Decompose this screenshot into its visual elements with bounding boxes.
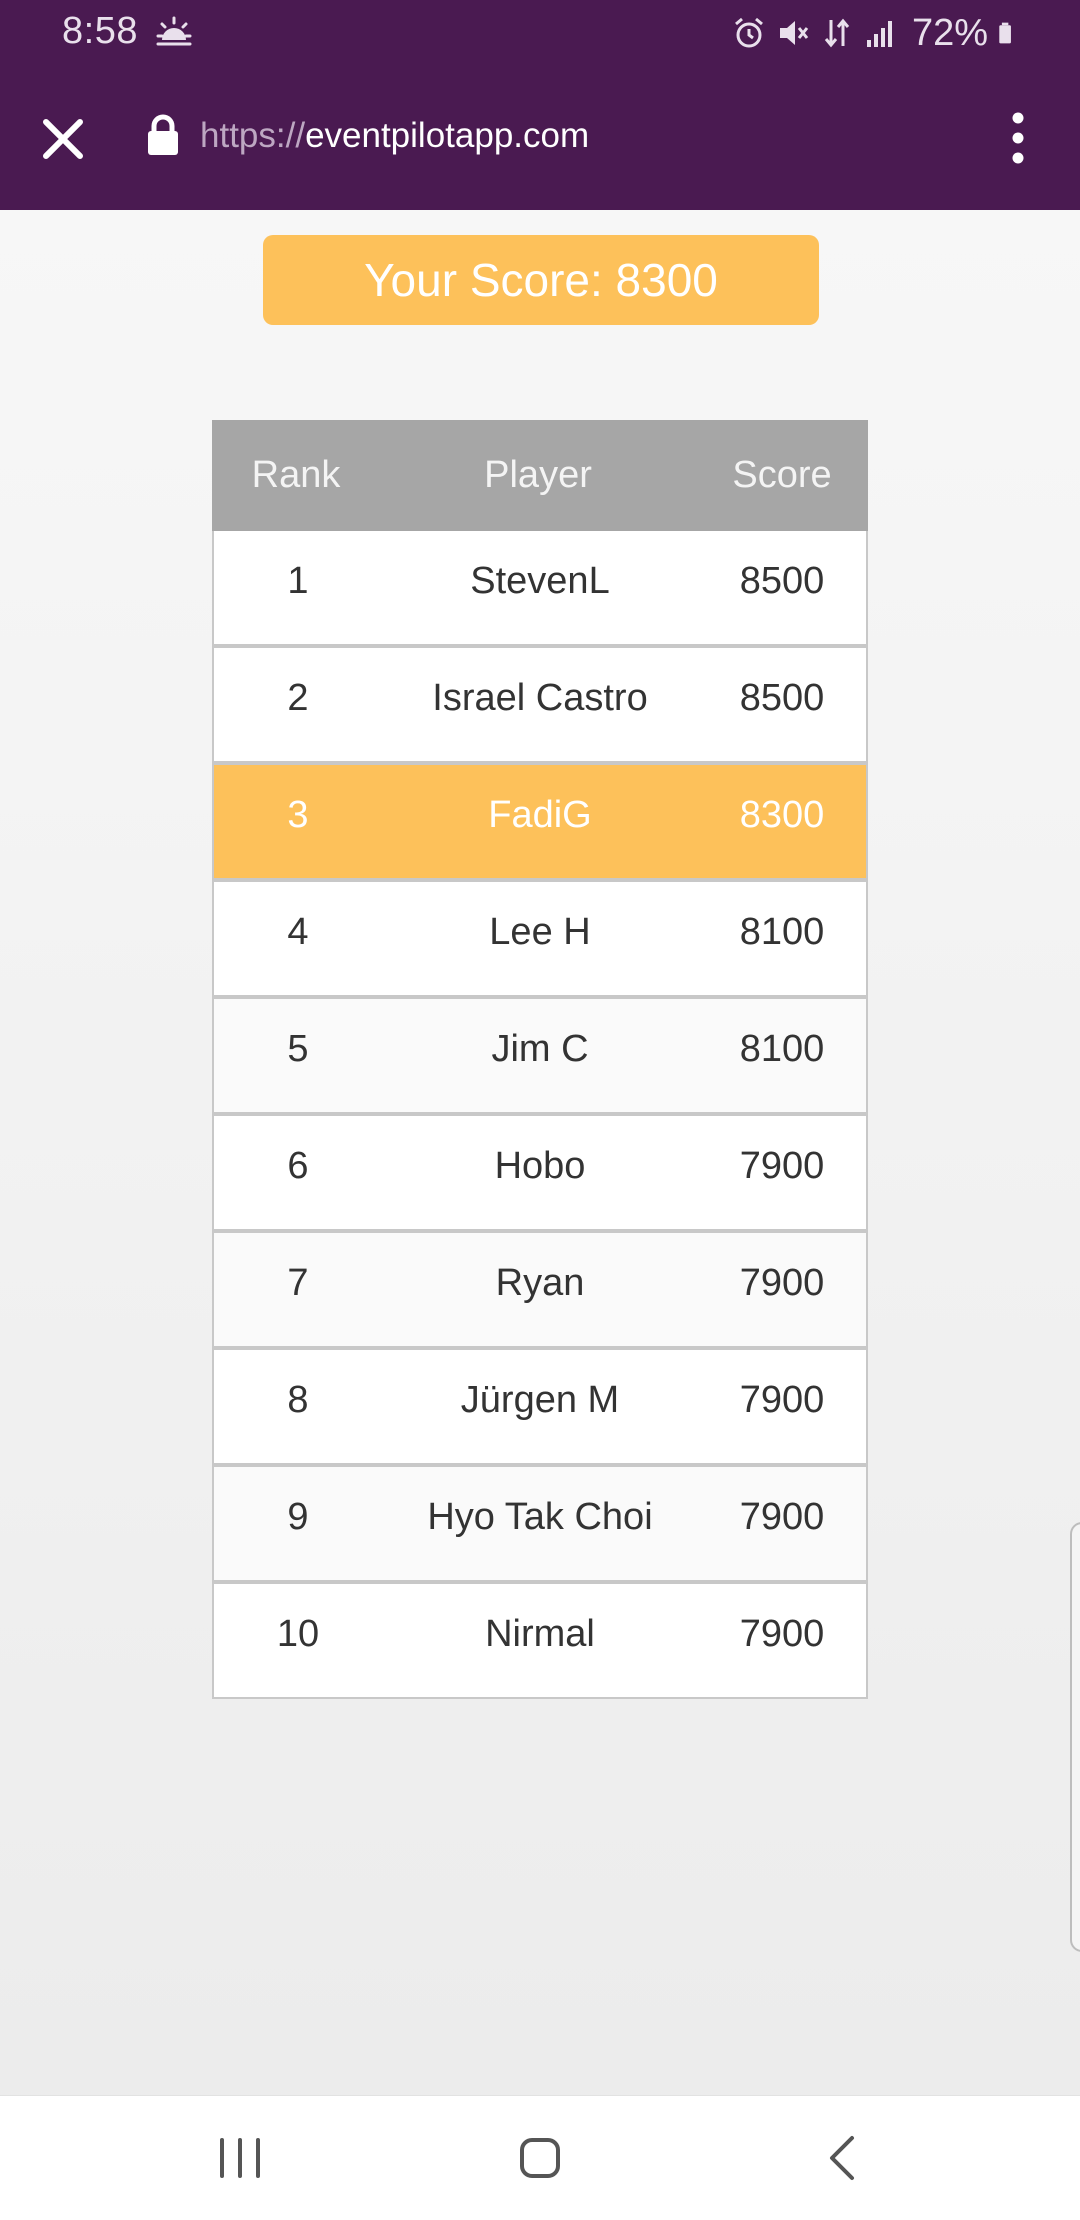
mute-icon (779, 21, 809, 45)
leaderboard-table: Rank Player Score 1 StevenL 8500 2 Israe… (212, 420, 868, 1699)
url-host: eventpilotapp.com (305, 116, 590, 155)
table-row: 10 Nirmal 7900 (214, 1584, 866, 1697)
url-scheme: https:// (200, 116, 306, 155)
edge-panel-handle[interactable] (1070, 1522, 1080, 1952)
table-row: 5 Jim C 8100 (214, 999, 866, 1112)
row-player: FadiG (488, 794, 592, 836)
row-score: 8100 (739, 1028, 825, 1070)
row-score: 7900 (739, 1262, 825, 1304)
header-score: Score (732, 454, 832, 496)
row-player: Jim C (491, 1028, 589, 1070)
battery-percent: 72% (911, 11, 988, 54)
status-bar: 8:58 72% (0, 0, 1080, 66)
row-player: Ryan (495, 1262, 585, 1304)
url-field[interactable]: https://eventpilotapp.com (200, 116, 589, 156)
row-score: 7900 (739, 1496, 825, 1538)
row-rank: 4 (287, 911, 309, 953)
row-rank: 9 (287, 1496, 309, 1538)
table-row: 1 StevenL 8500 (214, 531, 866, 644)
row-player: Nirmal (485, 1613, 595, 1655)
table-row: 9 Hyo Tak Choi 7900 (214, 1467, 866, 1580)
row-player: Lee H (489, 911, 591, 953)
row-rank: 2 (287, 677, 309, 719)
row-score: 8500 (739, 677, 825, 719)
row-rank: 7 (287, 1262, 309, 1304)
leaderboard-header: Rank Player Score (212, 420, 868, 531)
alarm-icon (734, 17, 763, 48)
navigation-bar (0, 2095, 1080, 2220)
row-rank: 8 (287, 1379, 309, 1421)
weather-icon (156, 16, 192, 46)
status-icons: 72% (732, 8, 1020, 58)
signal-icon (866, 21, 892, 47)
row-rank: 1 (287, 560, 309, 602)
more-options-icon[interactable] (998, 106, 1038, 170)
data-icon (824, 18, 850, 48)
row-player: Hobo (494, 1145, 586, 1187)
table-row: 7 Ryan 7900 (214, 1233, 866, 1346)
lock-icon (148, 114, 178, 155)
row-rank: 5 (287, 1028, 309, 1070)
header-rank: Rank (251, 454, 341, 496)
battery-icon (999, 22, 1011, 44)
close-icon[interactable] (34, 110, 92, 168)
table-row: 6 Hobo 7900 (214, 1116, 866, 1229)
row-score: 7900 (739, 1145, 825, 1187)
row-player: Hyo Tak Choi (427, 1496, 653, 1538)
table-row: 4 Lee H 8100 (214, 882, 866, 995)
header-player: Player (484, 454, 592, 496)
your-score-banner: Your Score: 8300 (263, 235, 819, 325)
row-rank: 6 (287, 1145, 309, 1187)
home-icon[interactable] (508, 2126, 572, 2190)
back-icon[interactable] (812, 2126, 876, 2190)
row-rank: 3 (287, 794, 309, 836)
row-player: StevenL (470, 560, 610, 602)
status-time: 8:58 (62, 10, 138, 52)
row-player: Israel Castro (432, 677, 648, 719)
row-player: Jürgen M (460, 1379, 620, 1421)
row-score: 8500 (739, 560, 825, 602)
row-score: 7900 (739, 1613, 825, 1655)
row-score: 8100 (739, 911, 825, 953)
table-row: 8 Jürgen M 7900 (214, 1350, 866, 1463)
table-row: 2 Israel Castro 8500 (214, 648, 866, 761)
table-row-current-player: 3 FadiG 8300 (214, 765, 866, 878)
row-score: 7900 (739, 1379, 825, 1421)
row-rank: 10 (276, 1613, 320, 1655)
recent-apps-icon[interactable] (208, 2126, 272, 2190)
row-score: 8300 (739, 794, 825, 836)
browser-toolbar: https://eventpilotapp.com (0, 66, 1080, 210)
page-content: Your Score: 8300 Rank Player Score 1 Ste… (0, 210, 1080, 2095)
